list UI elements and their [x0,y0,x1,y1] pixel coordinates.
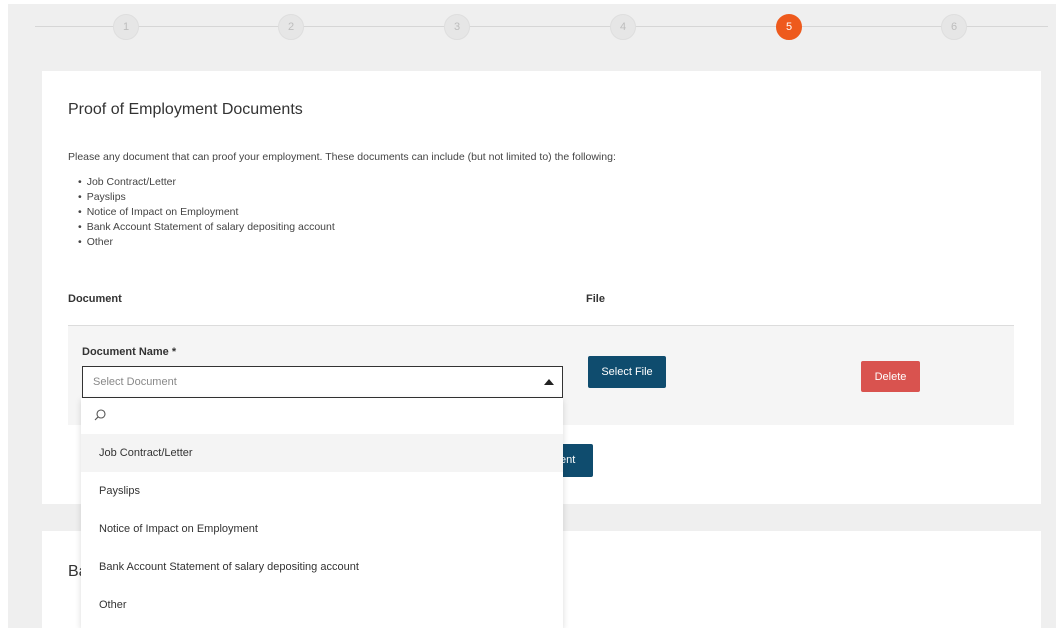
dropdown-option[interactable]: Job Contract/Letter [81,434,563,472]
list-item: Job Contract/Letter [78,175,335,190]
dropdown-option[interactable]: Notice of Impact on Employment [81,510,563,548]
list-item: Bank Account Statement of salary deposit… [78,220,335,235]
document-type-list: Job Contract/Letter Payslips Notice of I… [78,175,335,250]
delete-button[interactable]: Delete [861,361,920,392]
section-intro: Please any document that can proof your … [68,151,616,163]
dropdown-option[interactable]: Other [81,586,563,624]
list-item: Payslips [78,190,335,205]
search-icon[interactable] [93,408,107,422]
step-5[interactable]: 5 [776,14,802,40]
step-1[interactable]: 1 [113,14,139,40]
progress-stepper: 1 2 3 4 5 6 [35,14,1048,40]
dropdown-option[interactable]: Payslips [81,472,563,510]
step-4[interactable]: 4 [610,14,636,40]
dropdown-search[interactable] [81,398,563,434]
document-dropdown: Job Contract/Letter Payslips Notice of I… [81,398,563,628]
select-placeholder: Select Document [93,376,177,388]
column-header-file: File [586,293,605,305]
dropdown-option[interactable]: Bank Account Statement of salary deposit… [81,548,563,586]
section-title: Proof of Employment Documents [68,101,303,118]
column-header-document: Document [68,293,122,305]
step-6[interactable]: 6 [941,14,967,40]
document-select[interactable]: Select Document [82,366,563,398]
list-item: Notice of Impact on Employment [78,205,335,220]
stepper-line [35,26,1048,27]
list-item: Other [78,235,335,250]
document-name-label: Document Name * [82,346,177,358]
caret-up-icon[interactable] [544,379,554,385]
step-3[interactable]: 3 [444,14,470,40]
step-2[interactable]: 2 [278,14,304,40]
select-file-button[interactable]: Select File [588,356,666,388]
